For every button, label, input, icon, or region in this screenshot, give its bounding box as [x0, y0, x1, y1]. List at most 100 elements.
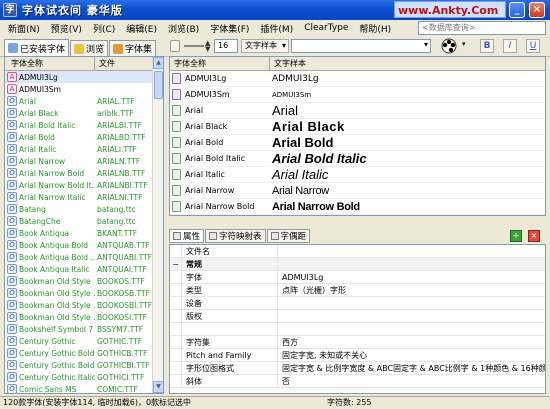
- font-list-item[interactable]: O Century Gothic Bold... GOTHICBI.TTF: [5, 359, 163, 371]
- property-gutter: [170, 284, 182, 296]
- sample-text-input[interactable]: ▾: [291, 39, 431, 53]
- font-list-item[interactable]: O Arial Narrow Bold It... ARIALNBI.TTF: [5, 179, 163, 191]
- column-header-fullname[interactable]: 字体全称: [5, 57, 95, 70]
- add-icon[interactable]: +: [510, 230, 522, 242]
- database-search-input[interactable]: <数据库查询>: [418, 21, 546, 35]
- scroll-up-icon[interactable]: ▲: [153, 57, 163, 69]
- font-list-item[interactable]: A ADMUI3Lg: [5, 71, 163, 83]
- property-row[interactable]: 字体 ADMUI3Lg: [170, 271, 545, 284]
- property-category[interactable]: − 常规: [170, 258, 545, 271]
- menu-item-preview[interactable]: 预览(V): [51, 22, 82, 35]
- font-list-item[interactable]: O Arial ARIAL.TTF: [5, 95, 163, 107]
- font-list-item[interactable]: O Arial Italic ARIALI.TTF: [5, 143, 163, 155]
- menu-item-cleartype[interactable]: ClearType: [304, 23, 348, 33]
- underline-button[interactable]: U: [526, 39, 540, 53]
- property-row[interactable]: 类型 点阵（光栅）字形: [170, 284, 545, 297]
- font-list-item[interactable]: O Bookman Old Style ... BOOKOSBI.TTF: [5, 299, 163, 311]
- preview-row[interactable]: Arial Bold Arial Bold: [170, 135, 545, 151]
- property-row[interactable]: 版权: [170, 310, 545, 323]
- column-header-fullname[interactable]: 字体全称: [170, 57, 270, 70]
- size-slider-track[interactable]: [184, 45, 204, 47]
- font-list-item[interactable]: O Arial Narrow Bold ARIALNB.TTF: [5, 167, 163, 179]
- preview-font-name: ADMUI3Sm: [185, 90, 230, 99]
- spin-arrows-icon[interactable]: ▲ ▼: [205, 40, 213, 53]
- property-value: 西方: [282, 337, 298, 347]
- property-row[interactable]: 字符集 西方: [170, 336, 545, 349]
- font-list-item[interactable]: A ADMUI3Sm: [5, 83, 163, 95]
- font-list-item[interactable]: O Arial Bold ARIALBD.TTF: [5, 131, 163, 143]
- preview-list-header: 字体全称 文字样本: [170, 57, 545, 71]
- font-name: Arial Italic: [19, 144, 57, 154]
- font-list-item[interactable]: O Arial Bold Italic ARIALBI.TTF: [5, 119, 163, 131]
- scroll-thumb[interactable]: [154, 71, 163, 99]
- preview-row[interactable]: Arial Italic Arial Italic: [170, 167, 545, 183]
- preview-row[interactable]: Arial Narrow Bold Arial Narrow Bold: [170, 199, 545, 215]
- property-row[interactable]: 字形位图格式 固定字宽 & 比例字宽度 & ABC固定字 & ABC比例字 & 1…: [170, 362, 545, 375]
- panel-splitter[interactable]: [169, 217, 546, 228]
- sample-dropdown[interactable]: 文字样本 ▾: [241, 39, 289, 53]
- tab-kerning[interactable]: 字偶距: [266, 229, 311, 243]
- menu-item-plugins[interactable]: 插件(M): [260, 22, 293, 35]
- font-list-scrollbar[interactable]: ▲ ▼: [152, 57, 163, 393]
- font-list-item[interactable]: O Batang batang.ttc: [5, 203, 163, 215]
- property-row[interactable]: 文件名: [170, 245, 545, 258]
- column-header-file[interactable]: 文件: [95, 57, 115, 70]
- property-row[interactable]: 斜体否: [170, 375, 545, 388]
- property-row[interactable]: Pitch and Family 固定字宽, 未知或不关心: [170, 349, 545, 362]
- collapse-icon[interactable]: −: [170, 258, 182, 270]
- color-palette-icon[interactable]: [438, 37, 460, 55]
- page-icon: [172, 137, 181, 148]
- tab-browse[interactable]: 浏览: [70, 40, 109, 56]
- font-list-item[interactable]: O Arial Narrow ARIALN.TTF: [5, 155, 163, 167]
- preview-row[interactable]: Arial Narrow Arial Narrow: [170, 183, 545, 199]
- tab-properties[interactable]: 属性: [169, 229, 205, 243]
- font-list-item[interactable]: O Book Antiqua Bold ... ANTQUABI.TTF: [5, 251, 163, 263]
- font-list-item[interactable]: O BatangChe batang.ttc: [5, 215, 163, 227]
- font-list-item[interactable]: O Book Antiqua BKANT.TTF: [5, 227, 163, 239]
- font-list-item[interactable]: O Arial Black ariblk.TTF: [5, 107, 163, 119]
- font-size-field[interactable]: 16: [214, 39, 238, 53]
- close-icon[interactable]: ×: [528, 230, 540, 242]
- page-icon: [172, 121, 181, 132]
- preview-row[interactable]: ADMUI3Sm ADMUI3Sm: [170, 87, 545, 103]
- fonts-folder-icon: [8, 43, 18, 53]
- font-list-item[interactable]: O Book Antiqua Bold ANTQUAB.TTF: [5, 239, 163, 251]
- page-icon: [172, 201, 181, 212]
- menu-item-edit[interactable]: 编辑(E): [126, 22, 157, 35]
- font-list-item[interactable]: O Comic Sans MS COMIC.TTF: [5, 383, 163, 393]
- property-row[interactable]: 设备: [170, 297, 545, 310]
- preview-row[interactable]: Arial Narrow Bold ItalicArial Narrow Bol…: [170, 215, 545, 216]
- bold-button[interactable]: B: [480, 39, 494, 53]
- font-list-item[interactable]: O Century Gothic GOTHIC.TTF: [5, 335, 163, 347]
- font-list-item[interactable]: O Bookman Old Style ... BOOKOSB.TTF: [5, 287, 163, 299]
- menu-item-column[interactable]: 列(C): [93, 22, 115, 35]
- menu-item-help[interactable]: 帮助(H): [359, 22, 391, 35]
- font-list-item[interactable]: O Arial Narrow Italic ARIALNI.TTF: [5, 191, 163, 203]
- menu-item-browse[interactable]: 浏览(B): [168, 22, 199, 35]
- tab-installed-fonts[interactable]: 已安装字体: [4, 39, 70, 56]
- italic-button[interactable]: I: [503, 39, 517, 53]
- font-list-item[interactable]: O Century Gothic Italic GOTHICI.TTF: [5, 371, 163, 383]
- font-name: Bookman Old Style ...: [19, 288, 95, 298]
- tab-fontset[interactable]: 字体集: [109, 40, 157, 56]
- minimize-button[interactable]: _: [509, 2, 525, 18]
- menu-item-fontset[interactable]: 字体集(F): [210, 22, 249, 35]
- font-list-item[interactable]: O Bookman Old Style BOOKOS.TTF: [5, 275, 163, 287]
- font-list-item[interactable]: O Bookman Old Style ... BOOKOSI.TTF: [5, 311, 163, 323]
- property-gutter: [170, 323, 182, 335]
- preview-row[interactable]: Arial Arial: [170, 103, 545, 119]
- property-rows: 文件名 − 常规 字体 ADMUI3Lg 类型 点阵（光栅）字形 设备 版权字符集 西方 Pitch…: [170, 245, 545, 388]
- menu-item-new[interactable]: 新面(N): [8, 22, 40, 35]
- column-header-sample[interactable]: 文字样本: [270, 57, 306, 70]
- tab-character-map[interactable]: 字符映射表: [205, 229, 266, 243]
- close-button[interactable]: ×: [529, 2, 545, 18]
- preview-row[interactable]: Arial Bold Italic Arial Bold Italic: [170, 151, 545, 167]
- scroll-down-icon[interactable]: ▼: [153, 381, 163, 393]
- palette-dropdown-icon[interactable]: ▾: [462, 40, 470, 52]
- font-list-item[interactable]: O Bookshelf Symbol 7 BSSYM7.TTF: [5, 323, 163, 335]
- property-row[interactable]: [170, 323, 545, 336]
- preview-row[interactable]: Arial Black Arial Black: [170, 119, 545, 135]
- font-list-item[interactable]: O Book Antiqua Italic ANTQUAI.TTF: [5, 263, 163, 275]
- font-list-item[interactable]: O Century Gothic Bold GOTHICB.TTF: [5, 347, 163, 359]
- preview-row[interactable]: ADMUI3Lg ADMUI3Lg: [170, 71, 545, 87]
